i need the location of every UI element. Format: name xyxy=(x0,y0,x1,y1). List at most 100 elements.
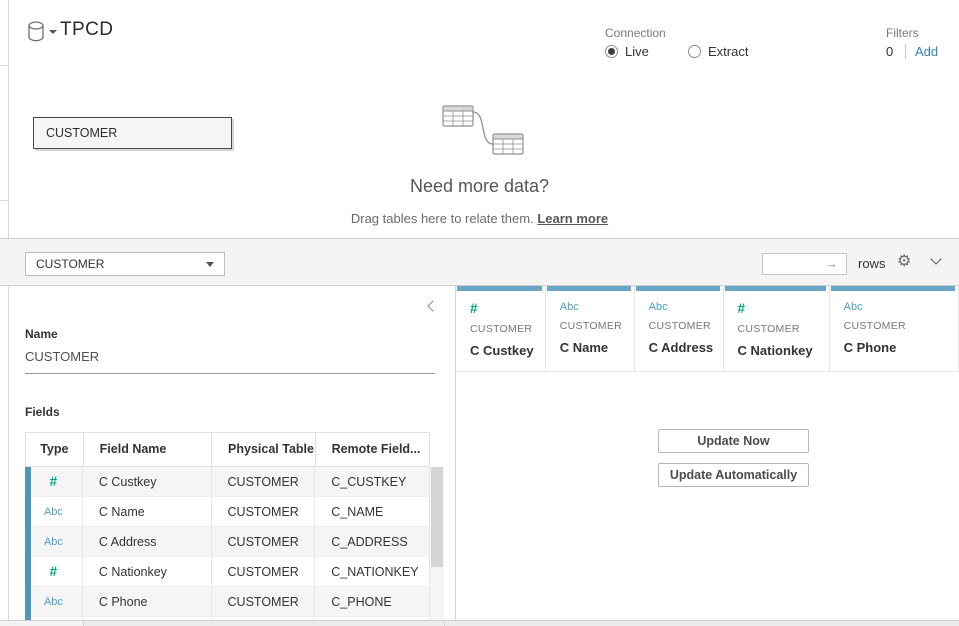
col-header-type[interactable]: Type xyxy=(26,433,84,466)
column-table-label: CUSTOMER xyxy=(560,320,634,332)
column-field-name: C Address xyxy=(649,340,723,355)
column-accent-bar xyxy=(725,286,826,291)
extract-label: Extract xyxy=(708,44,748,59)
filters-label: Filters xyxy=(886,26,919,40)
collapse-panel-icon[interactable] xyxy=(427,300,438,311)
filters-divider xyxy=(905,44,906,59)
datasource-menu-caret-icon[interactable] xyxy=(49,30,57,34)
string-type-icon: Abc xyxy=(844,301,958,313)
string-type-icon: Abc xyxy=(25,527,83,556)
connection-label: Connection xyxy=(605,26,666,40)
remote-field-cell: C_ADDRESS xyxy=(315,527,429,556)
remote-field-cell: C_PHONE xyxy=(315,587,429,616)
col-header-field-name[interactable]: Field Name xyxy=(84,433,212,466)
number-type-icon: # xyxy=(25,557,83,586)
column-table-label: CUSTOMER xyxy=(844,320,958,332)
physical-table-cell: CUSTOMER xyxy=(212,497,316,526)
grid-column-header[interactable]: Abc CUSTOMER C Address xyxy=(635,286,724,372)
live-label: Live xyxy=(625,44,649,59)
database-icon[interactable] xyxy=(27,21,45,42)
col-header-remote-field[interactable]: Remote Field... xyxy=(316,433,429,466)
enter-arrow-icon: → xyxy=(825,256,838,271)
name-label: Name xyxy=(25,327,58,341)
scrollbar-thumb[interactable] xyxy=(431,467,443,567)
drag-tables-hint: Drag tables here to relate them. xyxy=(351,211,534,226)
grid-column-header[interactable]: Abc CUSTOMER C Name xyxy=(546,286,635,372)
string-type-icon: Abc xyxy=(560,301,634,313)
update-now-button[interactable]: Update Now xyxy=(658,429,809,453)
column-field-name: C Name xyxy=(560,340,634,355)
gear-icon[interactable]: ⚙ xyxy=(897,251,911,271)
table-select-value: CUSTOMER xyxy=(36,257,104,271)
data-grid-panel: # CUSTOMER C Custkey Abc CUSTOMER C Name… xyxy=(456,286,959,620)
string-type-icon: Abc xyxy=(25,497,83,526)
column-accent-bar xyxy=(457,286,542,291)
remote-field-cell: C_CUSTKEY xyxy=(315,467,429,496)
table-row[interactable]: # C Nationkey CUSTOMER C_NATIONKEY xyxy=(25,557,430,587)
empty-canvas-hint: Drag tables here to relate them. Learn m… xyxy=(0,211,959,226)
field-name-cell: C Phone xyxy=(83,587,212,616)
table-row[interactable]: Abc C Name CUSTOMER C_NAME xyxy=(25,497,430,527)
radio-selected-icon[interactable] xyxy=(605,45,618,58)
column-field-name: C Phone xyxy=(844,340,958,355)
remote-field-cell: C_NATIONKEY xyxy=(315,557,429,586)
learn-more-link[interactable]: Learn more xyxy=(537,211,608,226)
dropdown-caret-icon xyxy=(206,262,214,267)
table-row[interactable]: # C Custkey CUSTOMER C_CUSTKEY xyxy=(25,467,430,497)
datasource-title: TPCD xyxy=(60,19,113,41)
number-type-icon: # xyxy=(470,301,545,316)
fields-table-vertical-scrollbar[interactable] xyxy=(430,467,444,620)
chevron-down-icon[interactable] xyxy=(930,253,941,264)
canvas-table-label: CUSTOMER xyxy=(46,126,117,140)
fields-table-header: Type Field Name Physical Table Remote Fi… xyxy=(25,432,430,467)
collapsed-left-pane[interactable] xyxy=(0,0,9,620)
left-pane-divider xyxy=(0,65,9,66)
field-properties-panel: Name CUSTOMER Fields Type Field Name Phy… xyxy=(9,286,455,620)
grid-column-header[interactable]: Abc CUSTOMER C Phone xyxy=(830,286,959,372)
physical-table-cell: CUSTOMER xyxy=(212,467,316,496)
physical-table-cell: CUSTOMER xyxy=(212,587,316,616)
radio-unselected-icon[interactable] xyxy=(688,45,701,58)
column-field-name: C Custkey xyxy=(470,343,545,358)
table-select-dropdown[interactable]: CUSTOMER xyxy=(25,252,225,276)
column-accent-bar xyxy=(547,286,631,291)
grid-column-header[interactable]: # CUSTOMER C Nationkey xyxy=(724,286,830,372)
fields-label: Fields xyxy=(25,405,60,419)
data-grid-headers: # CUSTOMER C Custkey Abc CUSTOMER C Name… xyxy=(456,286,959,372)
grid-column-header[interactable]: # CUSTOMER C Custkey xyxy=(456,286,546,372)
physical-table-cell: CUSTOMER xyxy=(212,557,316,586)
string-type-icon: Abc xyxy=(25,587,83,616)
grid-toolbar: CUSTOMER → rows ⚙ xyxy=(0,238,959,286)
col-header-physical-table[interactable]: Physical Table xyxy=(212,433,316,466)
table-row[interactable]: Abc C Address CUSTOMER C_ADDRESS xyxy=(25,527,430,557)
field-name-cell: C Nationkey xyxy=(83,557,212,586)
column-table-label: CUSTOMER xyxy=(470,323,545,335)
relate-tables-illustration-icon xyxy=(442,102,524,160)
physical-table-cell: CUSTOMER xyxy=(212,527,316,556)
remote-field-cell: C_NAME xyxy=(315,497,429,526)
rows-label: rows xyxy=(858,256,885,271)
connection-extract-radio[interactable]: Extract xyxy=(688,44,748,59)
table-row[interactable]: Abc C Phone CUSTOMER C_PHONE xyxy=(25,587,430,617)
datasource-page: TPCD Connection Live Extract Filters 0 A… xyxy=(0,0,959,626)
left-pane-divider xyxy=(0,200,9,201)
column-accent-bar xyxy=(831,286,955,291)
column-table-label: CUSTOMER xyxy=(738,323,829,335)
rows-count-input[interactable]: → xyxy=(762,253,847,275)
string-type-icon: Abc xyxy=(649,301,723,313)
column-field-name: C Nationkey xyxy=(738,343,829,358)
horizontal-scrollbar[interactable] xyxy=(0,620,959,626)
scrollbar-corner xyxy=(0,621,84,626)
column-table-label: CUSTOMER xyxy=(649,320,723,332)
add-filter-link[interactable]: Add xyxy=(915,44,938,59)
canvas-table-customer[interactable]: CUSTOMER xyxy=(33,117,232,149)
number-type-icon: # xyxy=(25,467,83,496)
connection-live-radio[interactable]: Live xyxy=(605,44,649,59)
column-accent-bar xyxy=(636,286,720,291)
table-name-input[interactable]: CUSTOMER xyxy=(25,349,435,374)
update-automatically-button[interactable]: Update Automatically xyxy=(658,463,809,487)
field-name-cell: C Address xyxy=(83,527,212,556)
field-name-cell: C Custkey xyxy=(83,467,212,496)
field-name-cell: C Name xyxy=(83,497,212,526)
empty-canvas-title: Need more data? xyxy=(0,176,959,197)
